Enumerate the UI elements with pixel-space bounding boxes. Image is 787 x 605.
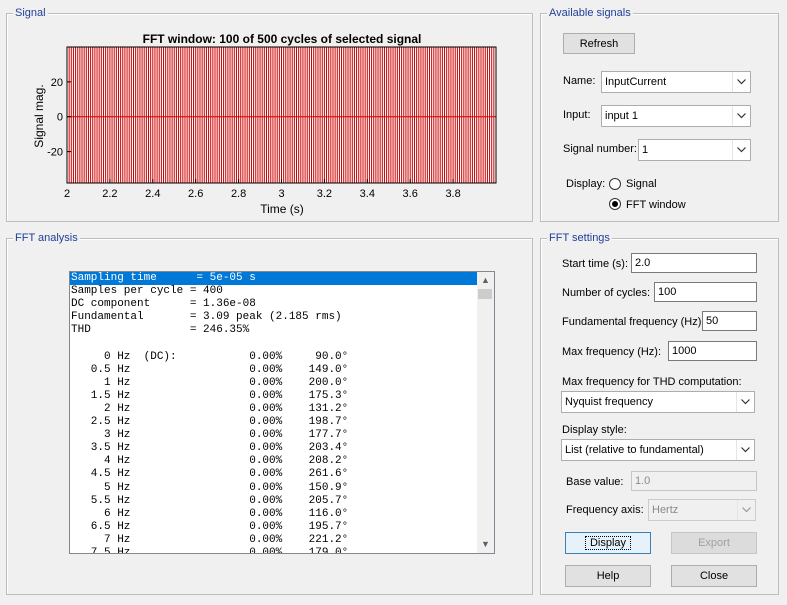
signal-number-select[interactable]: 1: [638, 139, 751, 161]
x-tick-label: 2.2: [102, 188, 117, 200]
fft-result-row[interactable]: 5 Hz 0.00% 150.9°: [70, 482, 477, 495]
y-tick-label: 0: [57, 112, 63, 124]
x-tick-label: 2.8: [231, 188, 246, 200]
chart-title: FFT window: 100 of 500 cycles of selecte…: [143, 32, 422, 46]
fft-result-row[interactable]: Fundamental = 3.09 peak (2.185 rms): [70, 311, 477, 324]
chevron-down-icon: [736, 392, 754, 412]
export-button-label: Export: [698, 537, 730, 549]
name-select-value: InputCurrent: [605, 76, 667, 88]
fft-result-row[interactable]: 0.5 Hz 0.00% 149.0°: [70, 364, 477, 377]
fft-result-row[interactable]: 6 Hz 0.00% 116.0°: [70, 508, 477, 521]
scroll-thumb[interactable]: [478, 289, 492, 299]
display-fft-window-radio[interactable]: [609, 198, 621, 210]
input-select-value: input 1: [605, 110, 639, 122]
x-axis-label: Time (s): [260, 202, 304, 216]
help-button[interactable]: Help: [565, 565, 651, 587]
name-label: Name:: [563, 75, 596, 87]
fft-results-list[interactable]: Sampling time = 5e-05 s Samples per cycle…: [69, 271, 495, 554]
x-tick-label: 2: [64, 188, 70, 200]
fft-result-row[interactable]: 0 Hz (DC): 0.00% 90.0°: [70, 351, 477, 364]
thd-max-freq-select[interactable]: Nyquist frequency: [561, 391, 755, 413]
name-select[interactable]: InputCurrent: [601, 71, 751, 93]
x-tick-label: 3.2: [317, 188, 332, 200]
fft-result-row[interactable]: Sampling time = 5e-05 s: [70, 272, 477, 286]
num-cycles-field[interactable]: 100: [654, 282, 757, 302]
display-style-label: Display style:: [562, 424, 627, 436]
refresh-button-label: Refresh: [579, 38, 619, 50]
fft-result-row[interactable]: THD = 246.35%: [70, 324, 477, 337]
frequency-axis-label: Frequency axis:: [566, 504, 644, 516]
x-tick-label: 3.4: [360, 188, 375, 200]
display-button[interactable]: Display: [565, 532, 651, 554]
fft-results-rows: Sampling time = 5e-05 s Samples per cycle…: [70, 272, 477, 553]
fft-result-row[interactable]: 4.5 Hz 0.00% 261.6°: [70, 468, 477, 481]
input-select[interactable]: input 1: [601, 105, 751, 127]
fft-result-row[interactable]: 2.5 Hz 0.00% 198.7°: [70, 416, 477, 429]
fund-freq-field[interactable]: 50: [702, 311, 757, 331]
x-tick-label: 3.8: [445, 188, 460, 200]
help-button-label: Help: [596, 570, 620, 582]
fft-result-row[interactable]: 4 Hz 0.00% 208.2°: [70, 455, 477, 468]
chevron-down-icon: [732, 72, 750, 92]
fft-settings-title: FFT settings: [547, 232, 612, 245]
fft-result-row[interactable]: 1.5 Hz 0.00% 175.3°: [70, 390, 477, 403]
x-tick-label: 3.6: [403, 188, 418, 200]
chevron-down-icon: [732, 106, 750, 126]
display-signal-label[interactable]: Signal: [626, 178, 657, 190]
close-button-label: Close: [699, 570, 729, 582]
input-label: Input:: [563, 109, 591, 121]
display-label: Display:: [566, 178, 606, 190]
scroll-down-icon[interactable]: ▼: [477, 536, 494, 553]
x-tick-label: 2.6: [188, 188, 203, 200]
frequency-axis-select: Hertz: [648, 499, 756, 521]
fft-result-row[interactable]: 1 Hz 0.00% 200.0°: [70, 377, 477, 390]
chevron-down-icon: [737, 500, 755, 520]
fft-result-row[interactable]: Samples per cycle = 400: [70, 285, 477, 298]
fft-result-row[interactable]: 7 Hz 0.00% 221.2°: [70, 534, 477, 547]
export-button: Export: [671, 532, 757, 554]
base-value-label: Base value:: [566, 476, 624, 488]
y-tick-label: -20: [47, 147, 63, 159]
start-time-field[interactable]: 2.0: [631, 253, 757, 273]
display-signal-radio[interactable]: [609, 178, 621, 190]
available-signals-title: Available signals: [547, 7, 633, 20]
fft-result-row[interactable]: 6.5 Hz 0.00% 195.7°: [70, 521, 477, 534]
start-time-label: Start time (s):: [562, 258, 629, 270]
thd-max-freq-label: Max frequency for THD computation:: [562, 376, 742, 388]
num-cycles-label: Number of cycles:: [562, 287, 651, 299]
display-button-label: Display: [584, 536, 632, 550]
display-style-value: List (relative to fundamental): [565, 444, 704, 456]
x-tick-label: 3: [278, 188, 284, 200]
signal-waveform: [66, 46, 496, 183]
fft-result-row[interactable]: 7.5 Hz 0.00% 179.0°: [70, 547, 477, 553]
chevron-down-icon: [736, 440, 754, 460]
fft-result-row[interactable]: 2 Hz 0.00% 131.2°: [70, 403, 477, 416]
display-style-select[interactable]: List (relative to fundamental): [561, 439, 755, 461]
chevron-down-icon: [732, 140, 750, 160]
y-tick-label: 20: [51, 77, 63, 89]
max-freq-label: Max frequency (Hz):: [562, 346, 662, 358]
signal-number-label: Signal number:: [563, 143, 637, 155]
thd-max-freq-value: Nyquist frequency: [565, 396, 654, 408]
display-fft-window-label[interactable]: FFT window: [626, 199, 686, 211]
fft-result-row[interactable]: DC component = 1.36e-08: [70, 298, 477, 311]
refresh-button[interactable]: Refresh: [563, 33, 635, 54]
signal-number-value: 1: [642, 144, 649, 156]
x-tick-label: 2.4: [145, 188, 160, 200]
signal-chart: FFT window: 100 of 500 cycles of selecte…: [32, 32, 497, 216]
y-axis-label: Signal mag.: [32, 84, 46, 147]
max-freq-field[interactable]: 1000: [668, 341, 757, 361]
frequency-axis-value: Hertz: [652, 504, 679, 516]
fft-result-row[interactable]: [70, 337, 477, 350]
scroll-up-icon[interactable]: ▲: [477, 272, 494, 289]
fft-analysis-title: FFT analysis: [13, 232, 80, 245]
fft-result-row[interactable]: 3.5 Hz 0.00% 203.4°: [70, 442, 477, 455]
fft-results-scrollbar[interactable]: ▲ ▼: [477, 272, 494, 553]
close-button[interactable]: Close: [671, 565, 757, 587]
base-value-field: 1.0: [631, 471, 757, 491]
fft-result-row[interactable]: 5.5 Hz 0.00% 205.7°: [70, 495, 477, 508]
fund-freq-label: Fundamental frequency (Hz):: [562, 316, 705, 328]
fft-result-row[interactable]: 3 Hz 0.00% 177.7°: [70, 429, 477, 442]
